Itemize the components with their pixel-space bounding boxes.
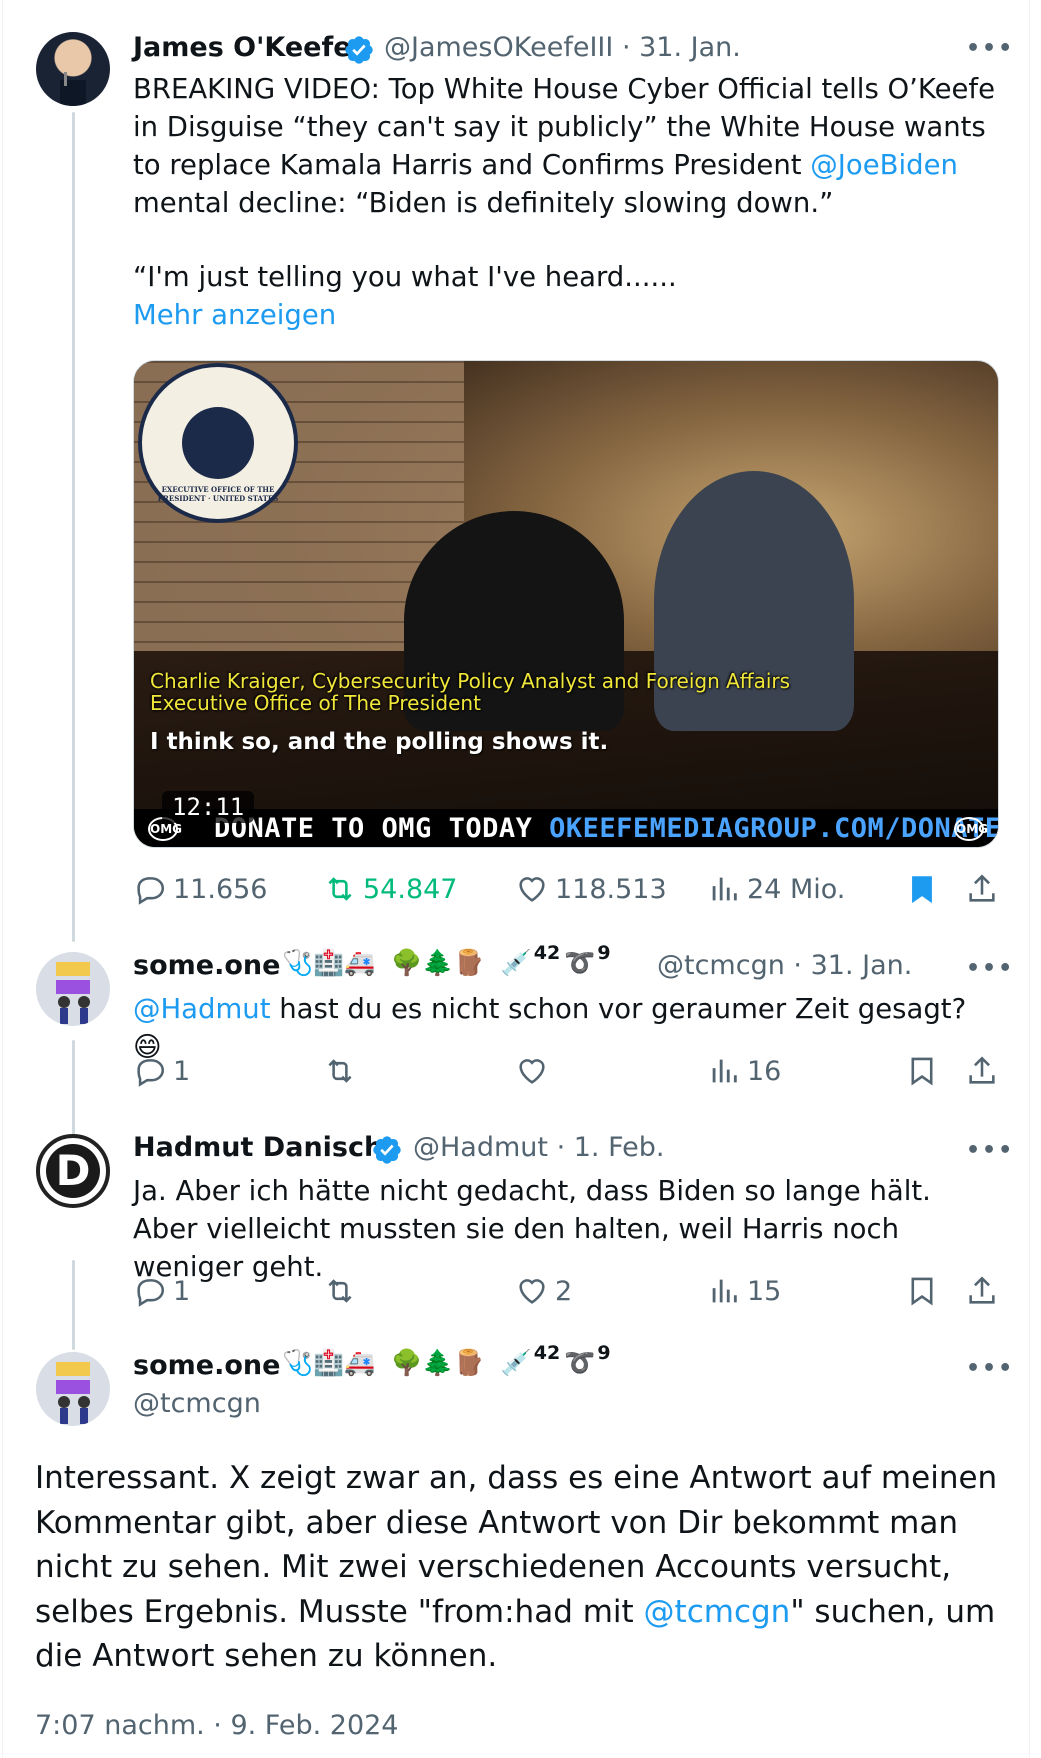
share-button[interactable]: [965, 872, 1005, 906]
tweet-text: @Hadmut hast du es nicht schon vor gerau…: [133, 993, 967, 1063]
mention-link[interactable]: @Hadmut: [133, 993, 271, 1025]
video-caption: Executive Office of The President: [150, 691, 481, 715]
tweet-date[interactable]: · 31. Jan.: [793, 950, 912, 981]
repost-button[interactable]: [323, 1274, 363, 1308]
reply-icon: [137, 1279, 165, 1307]
tweet-date[interactable]: · 31. Jan.: [622, 32, 741, 63]
repost-icon: [328, 1279, 352, 1303]
analytics-icon: [712, 1059, 737, 1083]
author-name[interactable]: James O'Keefe: [133, 32, 352, 63]
more-options-icon[interactable]: •••: [966, 1356, 1014, 1381]
tweet-timestamp[interactable]: 7:07 nachm. · 9. Feb. 2024: [35, 1710, 399, 1741]
author-handle[interactable]: @Hadmut · 1. Feb.: [413, 1132, 665, 1163]
omg-logo-icon: OMG: [954, 817, 988, 841]
repost-button[interactable]: 54.847: [323, 872, 457, 906]
bookmark-icon: [911, 1277, 933, 1306]
verified-badge-icon: [373, 1136, 401, 1164]
reply-button[interactable]: 11.656: [133, 872, 267, 906]
author-name[interactable]: some.one: [133, 1350, 280, 1381]
author-name[interactable]: Hadmut Danisch: [133, 1132, 383, 1163]
verified-badge-icon: [345, 36, 373, 64]
bookmark-icon: [911, 1057, 933, 1086]
bookmark-button[interactable]: [905, 872, 945, 906]
seal-eagle-icon: [182, 407, 254, 479]
repost-button[interactable]: [323, 1054, 363, 1088]
author-handle[interactable]: @tcmcgn · 31. Jan.: [657, 950, 912, 981]
tweet-text: BREAKING VIDEO: Top White House Cyber Of…: [133, 73, 996, 219]
repost-icon: [328, 1059, 352, 1083]
avatar-letter: D: [46, 1144, 100, 1198]
video-subtitle: I think so, and the polling shows it.: [150, 729, 609, 755]
video-caption: Charlie Kraiger, Cybersecurity Policy An…: [150, 669, 791, 693]
tweet-text: “I'm just telling you what I've heard...…: [133, 261, 677, 293]
thread-line: [72, 112, 75, 942]
more-options-icon[interactable]: •••: [966, 1138, 1014, 1163]
share-button[interactable]: [965, 1054, 1005, 1088]
like-button[interactable]: [515, 1054, 555, 1088]
thread-line: [72, 1040, 75, 1140]
avatar[interactable]: [36, 952, 110, 1026]
bookmark-button[interactable]: [905, 1054, 945, 1088]
reply-button[interactable]: 1: [133, 1274, 190, 1308]
avatar[interactable]: D: [36, 1134, 110, 1208]
focused-tweet-text: Interessant. X zeigt zwar an, dass es ei…: [35, 1460, 998, 1674]
video-player[interactable]: EXECUTIVE OFFICE OF THE PRESIDENT · UNIT…: [133, 360, 999, 848]
author-name[interactable]: some.one: [133, 950, 280, 981]
reply-icon: [137, 1059, 165, 1087]
show-more-link[interactable]: Mehr anzeigen: [133, 296, 336, 334]
bookmark-filled-icon: [912, 876, 932, 904]
like-button[interactable]: 118.513: [515, 872, 667, 906]
heart-icon: [519, 1059, 545, 1084]
seal-text: EXECUTIVE OFFICE OF THE PRESIDENT · UNIT…: [157, 485, 279, 503]
reply-button[interactable]: 1: [133, 1054, 190, 1088]
views-button[interactable]: 15: [707, 1274, 781, 1308]
share-icon: [969, 874, 995, 902]
bookmark-button[interactable]: [905, 1274, 945, 1308]
tweet-date[interactable]: · 1. Feb.: [557, 1132, 665, 1163]
heart-icon: [519, 1279, 545, 1304]
video-duration: 12:11: [162, 791, 255, 823]
more-options-icon[interactable]: •••: [966, 956, 1014, 981]
presidential-seal: EXECUTIVE OFFICE OF THE PRESIDENT · UNIT…: [138, 363, 298, 523]
video-banner: OMG DONATE TO OMG TODAY OKEEFEMEDIAGROUP…: [134, 809, 999, 847]
tweet-text: Ja. Aber ich hätte nicht gedacht, dass B…: [133, 1175, 931, 1283]
analytics-icon: [712, 1279, 737, 1303]
more-options-icon[interactable]: •••: [966, 36, 1014, 61]
share-icon: [969, 1276, 995, 1304]
analytics-icon: [712, 877, 737, 901]
like-button[interactable]: 2: [515, 1274, 572, 1308]
share-button[interactable]: [965, 1274, 1005, 1308]
views-button[interactable]: 16: [707, 1054, 781, 1088]
display-name-emojis: 🩺🏥🚑 🌳🌲🪵 💉 42 ➰ 9: [282, 1342, 611, 1377]
avatar[interactable]: [36, 32, 110, 106]
avatar[interactable]: [36, 1352, 110, 1426]
repost-icon: [328, 877, 352, 901]
author-handle[interactable]: @tcmcgn: [133, 1388, 261, 1419]
banner-text: DONATE TO OMG TODAY OKEEFEMEDIAGROUP.COM…: [214, 813, 999, 844]
author-handle[interactable]: @JamesOKeefeIII · 31. Jan.: [384, 32, 741, 63]
reply-icon: [137, 877, 165, 905]
share-icon: [969, 1056, 995, 1084]
thread-line: [72, 1260, 75, 1350]
views-button[interactable]: 24 Mio.: [707, 872, 845, 906]
mention-link[interactable]: @tcmcgn: [644, 1594, 791, 1630]
mention-link[interactable]: @JoeBiden: [810, 149, 958, 181]
display-name-emojis: 🩺🏥🚑 🌳🌲🪵 💉 42 ➰ 9: [282, 942, 611, 977]
heart-icon: [519, 877, 545, 902]
